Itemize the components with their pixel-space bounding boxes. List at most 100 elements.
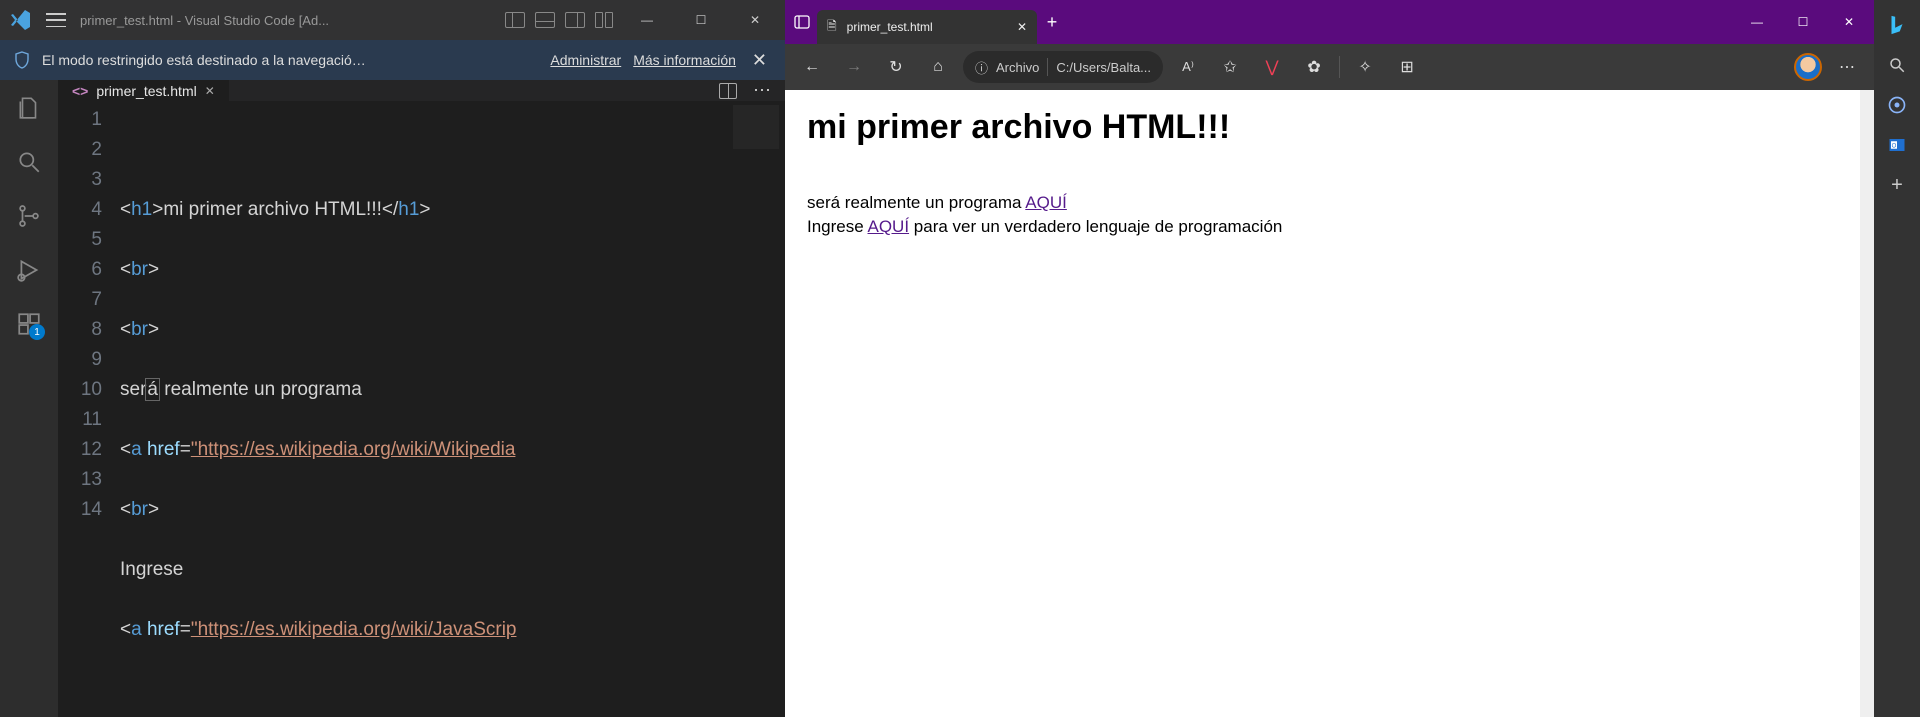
text: será realmente un programa — [807, 193, 1025, 212]
edge-toolbar: ← → ↻ ⌂ ⓘ Archivo C:/Users/Balta... A⁾ ✩… — [785, 44, 1874, 90]
svg-text:O: O — [1892, 143, 1897, 149]
bing-icon[interactable] — [1884, 12, 1910, 38]
restricted-mode-banner: El modo restringido está destinado a la … — [0, 40, 785, 80]
page-heading: mi primer archivo HTML!!! — [807, 108, 1838, 147]
run-debug-icon[interactable] — [15, 256, 43, 284]
titlebar-left: primer_test.html - Visual Studio Code [A… — [8, 8, 329, 32]
text: para ver un verdadero lenguaje de progra… — [909, 217, 1282, 236]
favorite-button[interactable]: ✩ — [1213, 50, 1247, 84]
address-bar[interactable]: ⓘ Archivo C:/Users/Balta... — [963, 51, 1163, 83]
line-no: 1 — [58, 105, 102, 135]
browser-tab-label: primer_test.html — [847, 20, 933, 34]
line-no: 7 — [58, 285, 102, 315]
line-no: 5 — [58, 225, 102, 255]
editor-area: <> primer_test.html ✕ ⋯ ›Desktop ›one-ba… — [58, 80, 785, 717]
tab-close-icon[interactable]: ✕ — [205, 84, 215, 98]
activity-bar: 1 — [0, 80, 58, 717]
favorites-bar-button[interactable]: ✧ — [1348, 50, 1382, 84]
window-title: primer_test.html - Visual Studio Code [A… — [80, 13, 329, 28]
new-tab-button[interactable]: + — [1037, 7, 1067, 37]
line-no: 6 — [58, 255, 102, 285]
profile-avatar[interactable] — [1794, 53, 1822, 81]
close-window-button[interactable]: ✕ — [1826, 0, 1872, 44]
browser-tab[interactable]: 🗎 primer_test.html ✕ — [817, 10, 1037, 44]
page-line-1: será realmente un programa AQUÍ — [807, 191, 1838, 215]
search-icon[interactable] — [15, 148, 43, 176]
banner-moreinfo-link[interactable]: Más información — [633, 52, 736, 68]
extensions-badge: 1 — [29, 324, 45, 340]
split-editor-icon[interactable] — [719, 83, 737, 99]
outlook-icon[interactable]: O — [1884, 132, 1910, 158]
read-aloud-button[interactable]: A⁾ — [1171, 50, 1205, 84]
minimize-button[interactable]: — — [625, 5, 669, 35]
line-no: 4 — [58, 195, 102, 225]
page-line-2: Ingrese AQUÍ para ver un verdadero lengu… — [807, 215, 1838, 239]
line-no: 13 — [58, 465, 102, 495]
edge-window: 🗎 primer_test.html ✕ + — ☐ ✕ ← → ↻ ⌂ ⓘ A… — [785, 0, 1920, 717]
search-icon[interactable] — [1884, 52, 1910, 78]
line-no: 12 — [58, 435, 102, 465]
banner-close-button[interactable]: ✕ — [748, 50, 771, 71]
layout-left-icon[interactable] — [505, 12, 525, 28]
extensions-button[interactable]: ✿ — [1297, 50, 1331, 84]
html-file-icon: <> — [72, 83, 88, 99]
tab-sidebar-button[interactable] — [787, 7, 817, 37]
add-sidebar-button[interactable]: + — [1884, 172, 1910, 198]
editor-tabs: <> primer_test.html ✕ ⋯ — [58, 80, 785, 101]
collections-button[interactable]: ⊞ — [1390, 50, 1424, 84]
titlebar-right: — ☐ ✕ — [505, 5, 777, 35]
code-editor[interactable]: 1 2 3 4 5 6 7 8 9 10 11 12 13 14 <h1>mi … — [58, 101, 785, 717]
vscode-logo-icon — [8, 8, 32, 32]
refresh-button[interactable]: ↻ — [879, 50, 913, 84]
minimap[interactable] — [727, 101, 785, 717]
text: Ingrese — [807, 217, 868, 236]
banner-manage-link[interactable]: Administrar — [550, 52, 621, 68]
more-menu-button[interactable]: ⋯ — [1830, 50, 1864, 84]
tab-close-icon[interactable]: ✕ — [1017, 20, 1027, 34]
vscode-window: primer_test.html - Visual Studio Code [A… — [0, 0, 785, 717]
shield-icon — [14, 51, 30, 69]
line-no: 2 — [58, 135, 102, 165]
editor-more-icon[interactable]: ⋯ — [745, 80, 779, 101]
page-icon: 🗎 — [827, 17, 837, 38]
banner-message: El modo restringido está destinado a la … — [42, 52, 538, 68]
line-no: 8 — [58, 315, 102, 345]
line-no: 14 — [58, 495, 102, 525]
link-aqui-2[interactable]: AQUÍ — [868, 217, 910, 236]
page-scrollbar[interactable] — [1860, 90, 1874, 717]
extensions-icon[interactable]: 1 — [15, 310, 43, 338]
layout-grid-icon[interactable] — [595, 12, 615, 28]
line-no: 9 — [58, 345, 102, 375]
close-window-button[interactable]: ✕ — [733, 5, 777, 35]
info-icon: ⓘ — [975, 58, 988, 77]
pocket-icon[interactable]: ⋁ — [1255, 50, 1289, 84]
copilot-icon[interactable] — [1884, 92, 1910, 118]
edge-sidebar: O + — [1874, 0, 1920, 717]
maximize-button[interactable]: ☐ — [1780, 0, 1826, 44]
page-wrapper: mi primer archivo HTML!!! será realmente… — [785, 90, 1874, 717]
layout-bottom-icon[interactable] — [535, 12, 555, 28]
home-button[interactable]: ⌂ — [921, 50, 955, 84]
maximize-button[interactable]: ☐ — [679, 5, 723, 35]
editor-tab-label: primer_test.html — [96, 83, 196, 99]
editor-tab[interactable]: <> primer_test.html ✕ — [58, 80, 229, 101]
edge-tabstrip: 🗎 primer_test.html ✕ + — ☐ ✕ — [785, 0, 1874, 44]
line-no: 11 — [58, 405, 102, 435]
minimize-button[interactable]: — — [1734, 0, 1780, 44]
edge-main: 🗎 primer_test.html ✕ + — ☐ ✕ ← → ↻ ⌂ ⓘ A… — [785, 0, 1874, 717]
line-no: 10 — [58, 375, 102, 405]
back-button[interactable]: ← — [795, 50, 829, 84]
vscode-main: 1 <> primer_test.html ✕ ⋯ ›Desktop ›one-… — [0, 80, 785, 717]
forward-button[interactable]: → — [837, 50, 871, 84]
source-control-icon[interactable] — [15, 202, 43, 230]
link-aqui-1[interactable]: AQUÍ — [1025, 193, 1067, 212]
code-lines[interactable]: <h1>mi primer archivo HTML!!!</h1> <br> … — [120, 101, 785, 717]
line-no: 3 — [58, 165, 102, 195]
rendered-page: mi primer archivo HTML!!! será realmente… — [785, 90, 1860, 717]
vscode-titlebar: primer_test.html - Visual Studio Code [A… — [0, 0, 785, 40]
hamburger-menu-icon[interactable] — [46, 13, 66, 27]
explorer-icon[interactable] — [15, 94, 43, 122]
url-type-label: Archivo — [996, 60, 1039, 75]
layout-right-icon[interactable] — [565, 12, 585, 28]
line-gutter: 1 2 3 4 5 6 7 8 9 10 11 12 13 14 — [58, 101, 120, 717]
